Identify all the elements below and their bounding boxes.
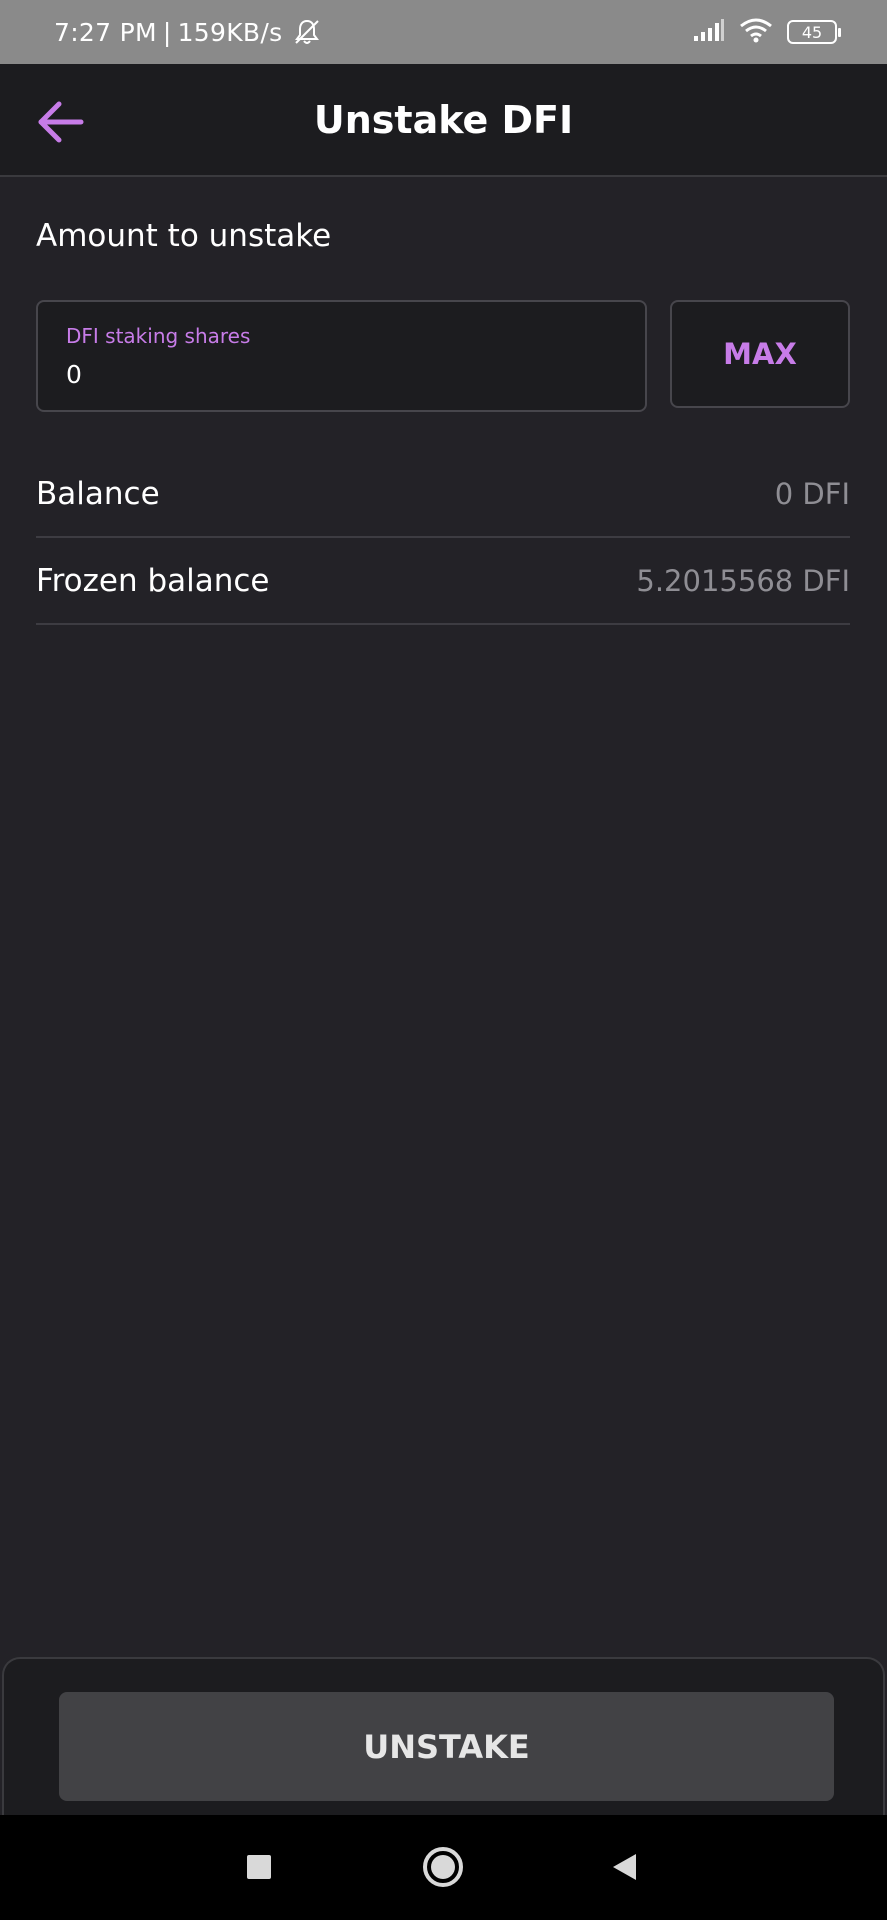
status-bar: 7:27 PM | 159KB/s 45 [0, 0, 887, 64]
signal-icon [693, 18, 725, 46]
amount-field[interactable]: DFI staking shares [36, 300, 647, 412]
amount-section-label: Amount to unstake [36, 218, 332, 254]
status-right: 45 [693, 0, 841, 64]
balance-row: Balance 0 DFI [36, 452, 850, 538]
bell-off-icon [292, 17, 322, 47]
back-triangle-icon [613, 1854, 636, 1880]
unstake-button[interactable]: UNSTAKE [59, 1692, 834, 1801]
amount-field-label: DFI staking shares [66, 324, 251, 348]
screen: 7:27 PM | 159KB/s 45 Unstake DFI Amount … [0, 0, 887, 1920]
status-separator: | [162, 17, 172, 47]
home-icon [423, 1847, 463, 1887]
bottom-action-panel: UNSTAKE [2, 1657, 885, 1815]
frozen-balance-row: Frozen balance 5.2015568 DFI [36, 539, 850, 625]
frozen-balance-label: Frozen balance [36, 563, 270, 599]
balance-value: 0 DFI [774, 477, 850, 511]
nav-back-button[interactable] [598, 1841, 650, 1893]
back-button[interactable] [28, 90, 92, 154]
frozen-balance-value: 5.2015568 DFI [636, 564, 850, 598]
balance-label: Balance [36, 476, 160, 512]
wifi-icon [739, 17, 773, 47]
status-left: 7:27 PM | 159KB/s [54, 0, 322, 64]
recent-apps-icon [247, 1855, 271, 1879]
status-time: 7:27 PM [54, 17, 157, 47]
status-network-speed: 159KB/s [177, 17, 283, 47]
max-button[interactable]: MAX [670, 300, 850, 408]
battery-level: 45 [801, 22, 823, 42]
amount-input[interactable] [66, 360, 606, 389]
home-button[interactable] [417, 1841, 469, 1893]
arrow-left-icon [38, 101, 84, 143]
recent-apps-button[interactable] [233, 1841, 285, 1893]
system-nav-bar [0, 1815, 887, 1920]
app-header: Unstake DFI [0, 64, 887, 177]
page-title: Unstake DFI [313, 97, 574, 142]
battery-icon: 45 [787, 20, 841, 44]
